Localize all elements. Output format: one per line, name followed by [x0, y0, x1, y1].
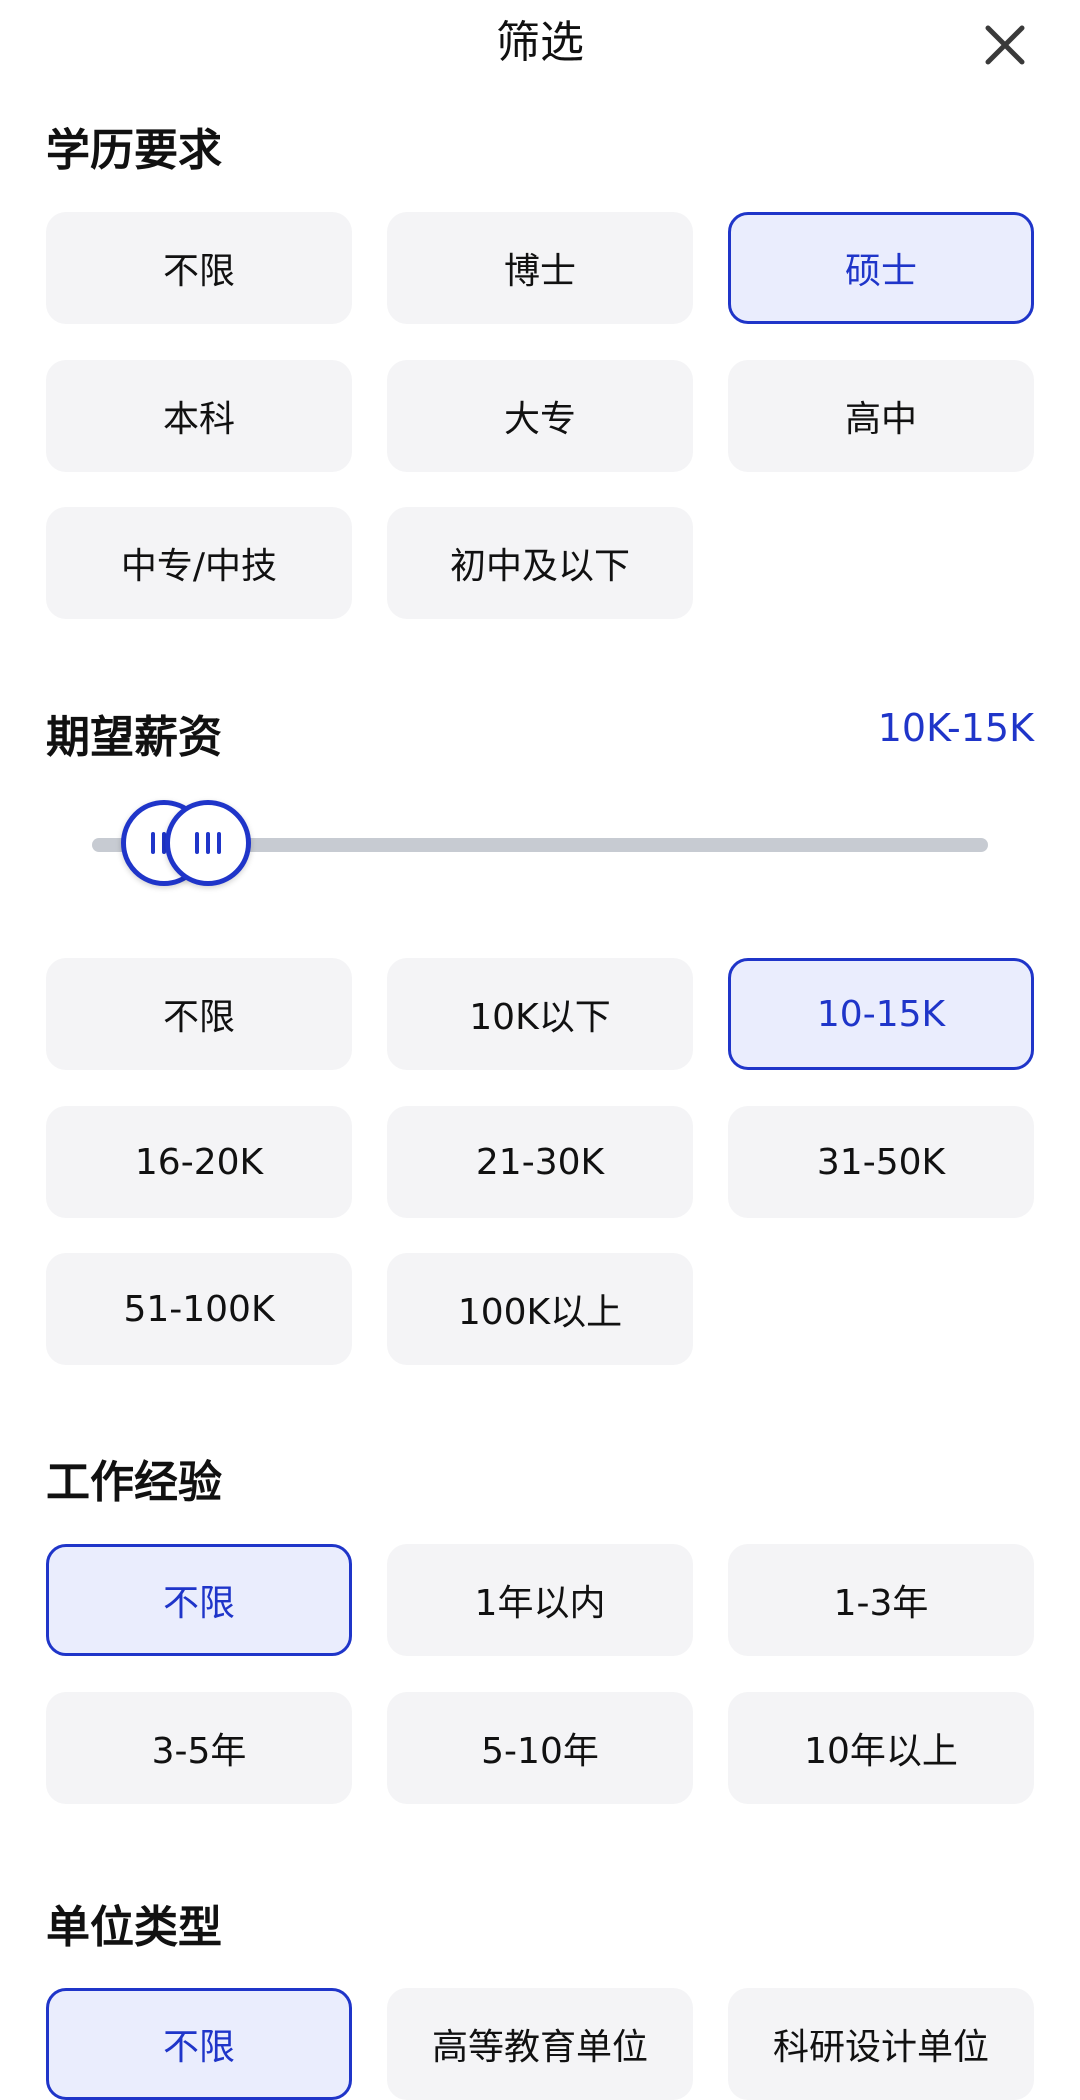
- experience-option[interactable]: 不限: [46, 1544, 352, 1656]
- salary-option[interactable]: 31-50K: [728, 1106, 1034, 1218]
- unit-type-option[interactable]: 不限: [46, 1988, 352, 2100]
- unit-type-section-title: 单位类型: [46, 1902, 222, 1953]
- education-option[interactable]: 硕士: [728, 212, 1034, 324]
- education-option[interactable]: 中专/中技: [46, 507, 352, 619]
- salary-section-title: 期望薪资: [46, 712, 222, 763]
- education-option[interactable]: 高中: [728, 360, 1034, 472]
- education-option[interactable]: 博士: [387, 212, 693, 324]
- header: 筛选: [0, 0, 1080, 80]
- experience-option[interactable]: 1-3年: [728, 1544, 1034, 1656]
- salary-option[interactable]: 16-20K: [46, 1106, 352, 1218]
- experience-option[interactable]: 3-5年: [46, 1692, 352, 1804]
- salary-option[interactable]: 10-15K: [728, 958, 1034, 1070]
- education-option[interactable]: 初中及以下: [387, 507, 693, 619]
- experience-option[interactable]: 5-10年: [387, 1692, 693, 1804]
- slider-thumb-high[interactable]: [165, 800, 252, 886]
- education-option[interactable]: 大专: [387, 360, 693, 472]
- education-section-title: 学历要求: [46, 125, 222, 176]
- education-option[interactable]: 不限: [46, 212, 352, 324]
- close-icon: [985, 25, 1025, 65]
- experience-section-title: 工作经验: [46, 1457, 222, 1508]
- salary-option[interactable]: 21-30K: [387, 1106, 693, 1218]
- page-title: 筛选: [496, 17, 584, 68]
- salary-range-value: 10K-15K: [877, 706, 1034, 750]
- unit-type-option[interactable]: 科研设计单位: [728, 1988, 1034, 2100]
- unit-type-option[interactable]: 高等教育单位: [387, 1988, 693, 2100]
- filter-panel: 筛选 学历要求 不限 博士 硕士 本科 大专 高中 中专/中技 初中及以下 期望…: [0, 0, 1080, 2100]
- experience-option[interactable]: 1年以内: [387, 1544, 693, 1656]
- education-option[interactable]: 本科: [46, 360, 352, 472]
- salary-option[interactable]: 10K以下: [387, 958, 693, 1070]
- close-button[interactable]: [978, 18, 1032, 72]
- grip-icon: [195, 832, 222, 854]
- salary-option[interactable]: 51-100K: [46, 1253, 352, 1365]
- experience-option[interactable]: 10年以上: [728, 1692, 1034, 1804]
- salary-range-slider[interactable]: [92, 800, 988, 900]
- salary-option[interactable]: 不限: [46, 958, 352, 1070]
- salary-option[interactable]: 100K以上: [387, 1253, 693, 1365]
